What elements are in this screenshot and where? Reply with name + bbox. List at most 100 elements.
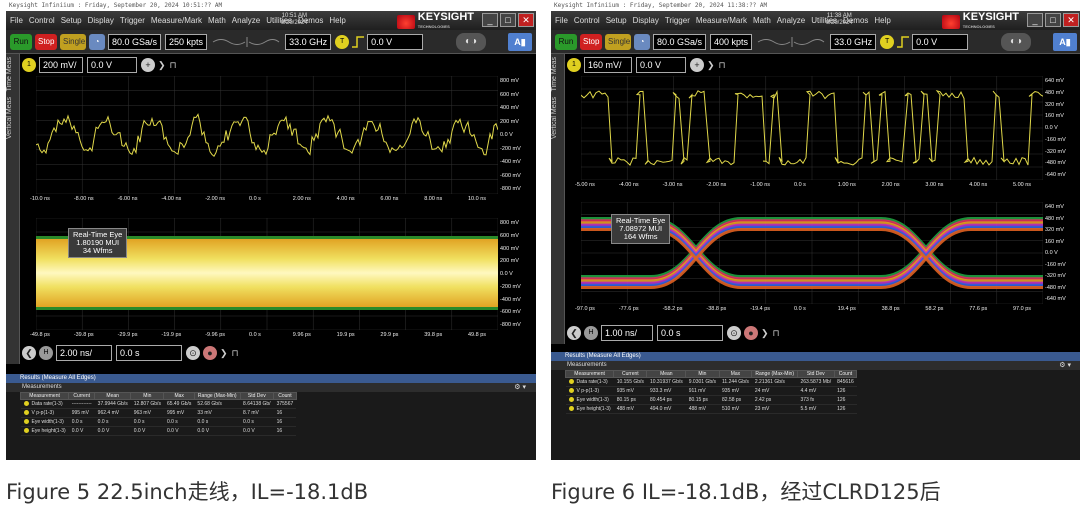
autoscale-icon[interactable]: ◐◑: [1001, 33, 1031, 51]
table-header-cell[interactable]: Count: [833, 370, 858, 378]
rising-edge-icon[interactable]: [896, 35, 910, 49]
bandwidth-field[interactable]: 33.0 GHz: [830, 33, 877, 50]
single-button[interactable]: Single: [60, 33, 86, 50]
menu-control[interactable]: Control: [29, 16, 55, 25]
table-header-cell[interactable]: Min: [685, 370, 720, 378]
table-row[interactable]: Eye height(1-3) 488 mV 494.0 mV 488 mV 510 m…: [565, 404, 857, 414]
chevron-right-icon[interactable]: ❯: [761, 328, 769, 339]
menu-measure-mark[interactable]: Measure/Mark: [696, 16, 747, 25]
gear-icon[interactable]: ⚙ ▾: [514, 383, 526, 392]
add-icon[interactable]: +: [141, 58, 155, 72]
vertical-offset-field[interactable]: 0.0 V: [87, 57, 137, 73]
stop-button[interactable]: Stop: [35, 33, 57, 50]
trigger-level-field[interactable]: 0.0 V: [912, 33, 969, 50]
menu-measure-mark[interactable]: Measure/Mark: [151, 16, 202, 25]
sample-rate-field[interactable]: 80.0 GSa/s: [108, 33, 162, 50]
table-header-cell[interactable]: Measurement: [19, 392, 70, 400]
rising-edge-icon[interactable]: [351, 35, 365, 49]
menu-file[interactable]: File: [10, 16, 23, 25]
close-icon[interactable]: ✕: [1063, 13, 1079, 27]
table-header-cell[interactable]: Max: [163, 392, 195, 400]
menu-trigger[interactable]: Trigger: [665, 16, 690, 25]
horizontal-scale-field[interactable]: 1.00 ns/: [601, 325, 653, 341]
pin-icon[interactable]: ⊓: [719, 60, 726, 71]
chevron-left-icon[interactable]: ❮: [22, 346, 36, 360]
table-row[interactable]: Eye width(1-3) 80.15 ps 80.454 ps 80.15 ps 8…: [565, 395, 857, 405]
maximize-icon[interactable]: □: [500, 13, 516, 27]
pin-icon[interactable]: ⊓: [170, 60, 177, 71]
menu-setup[interactable]: Setup: [606, 16, 627, 25]
zoom-icon[interactable]: ⊙: [186, 346, 200, 360]
horizontal-position-field[interactable]: 0.0 s: [116, 345, 182, 361]
trigger-badge[interactable]: T: [880, 34, 895, 49]
channel-1-badge[interactable]: 1: [567, 58, 581, 72]
horizontal-badge-icon[interactable]: H: [39, 346, 53, 360]
table-row[interactable]: Eye width(1-3) 0.0 s 0.0 s 0.0 s 0.0 s 0.0 s0…: [20, 417, 297, 427]
table-row[interactable]: Data rate(1-3) 10.155 Gb/s 10.31937 Gb/s 9.…: [565, 377, 857, 387]
table-row[interactable]: V p-p(1-3) 935 mV 933.3 mV 911 mV 935 mV 24 m…: [565, 386, 857, 396]
table-header-cell[interactable]: Mean: [94, 392, 132, 400]
record-icon[interactable]: ●: [203, 346, 217, 360]
stop-button[interactable]: Stop: [580, 33, 602, 50]
acquisition-icon[interactable]: ◔: [634, 33, 650, 50]
table-header-cell[interactable]: Max: [718, 370, 753, 378]
minimize-icon[interactable]: _: [1027, 13, 1043, 27]
vertical-offset-field[interactable]: 0.0 V: [636, 57, 686, 73]
menu-analyze[interactable]: Analyze: [232, 16, 260, 25]
acquisition-icon[interactable]: ◔: [89, 33, 105, 50]
menu-math[interactable]: Math: [208, 16, 226, 25]
menu-display[interactable]: Display: [633, 16, 659, 25]
menu-analyze[interactable]: Analyze: [777, 16, 805, 25]
menu-display[interactable]: Display: [88, 16, 114, 25]
add-icon[interactable]: +: [690, 58, 704, 72]
autoscale-icon[interactable]: ◐◑: [456, 33, 486, 51]
menu-file[interactable]: File: [555, 16, 568, 25]
menu-trigger[interactable]: Trigger: [120, 16, 145, 25]
gear-icon[interactable]: ⚙ ▾: [1059, 361, 1071, 370]
trigger-badge[interactable]: T: [335, 34, 350, 49]
close-icon[interactable]: ✕: [518, 13, 534, 27]
chevron-left-icon[interactable]: ❮: [567, 326, 581, 340]
menu-math[interactable]: Math: [753, 16, 771, 25]
table-row[interactable]: Eye height(1-3) 0.0 V 0.0 V 0.0 V 0.0 V 0.0 V…: [20, 426, 297, 436]
menu-help[interactable]: Help: [329, 16, 345, 25]
record-icon[interactable]: ●: [744, 326, 758, 340]
chevron-right-icon[interactable]: ❯: [158, 60, 166, 71]
table-row[interactable]: Data rate(1-3) ------------ 37.9944 Gb/s 12…: [20, 399, 297, 409]
tab-vertical-meas[interactable]: Vertical Meas: [551, 94, 565, 142]
auto-function-button[interactable]: A▮: [508, 33, 532, 51]
table-header-cell[interactable]: Std Dev: [797, 370, 835, 378]
minimize-icon[interactable]: _: [482, 13, 498, 27]
single-button[interactable]: Single: [605, 33, 631, 50]
horizontal-scale-field[interactable]: 2.00 ns/: [56, 345, 112, 361]
vertical-scale-field[interactable]: 200 mV/: [39, 57, 83, 73]
trigger-level-field[interactable]: 0.0 V: [367, 33, 424, 50]
horizontal-position-field[interactable]: 0.0 s: [657, 325, 723, 341]
channel-1-badge[interactable]: 1: [22, 58, 36, 72]
pin-icon[interactable]: ⊓: [232, 348, 239, 359]
zoom-icon[interactable]: ⊙: [727, 326, 741, 340]
vertical-scale-field[interactable]: 160 mV/: [584, 57, 632, 73]
run-button[interactable]: Run: [10, 33, 32, 50]
pin-icon[interactable]: ⊓: [773, 328, 780, 339]
table-header-cell[interactable]: Current: [68, 392, 96, 400]
memory-depth-field[interactable]: 400 kpts: [710, 33, 753, 50]
tab-vertical-meas[interactable]: Vertical Meas: [6, 94, 20, 142]
maximize-icon[interactable]: □: [1045, 13, 1061, 27]
bandwidth-field[interactable]: 33.0 GHz: [285, 33, 332, 50]
table-header-cell[interactable]: Std Dev: [239, 392, 275, 400]
table-row[interactable]: V p-p(1-3) 995 mV 962.4 mV 963 mV 995 mV 33 m…: [20, 408, 297, 418]
table-header-cell[interactable]: Measurement: [564, 370, 615, 378]
table-header-cell[interactable]: Range (Max-Min): [751, 370, 798, 378]
menu-help[interactable]: Help: [874, 16, 890, 25]
chevron-right-icon[interactable]: ❯: [220, 348, 228, 359]
table-header-cell[interactable]: Current: [613, 370, 648, 378]
sample-rate-field[interactable]: 80.0 GSa/s: [653, 33, 707, 50]
table-header-cell[interactable]: Mean: [646, 370, 687, 378]
chevron-right-icon[interactable]: ❯: [707, 60, 715, 71]
horizontal-badge-icon[interactable]: H: [584, 326, 598, 340]
auto-function-button[interactable]: A▮: [1053, 33, 1077, 51]
table-header-cell[interactable]: Count: [273, 392, 297, 400]
tab-time-meas[interactable]: Time Meas: [6, 54, 20, 94]
menu-control[interactable]: Control: [574, 16, 600, 25]
